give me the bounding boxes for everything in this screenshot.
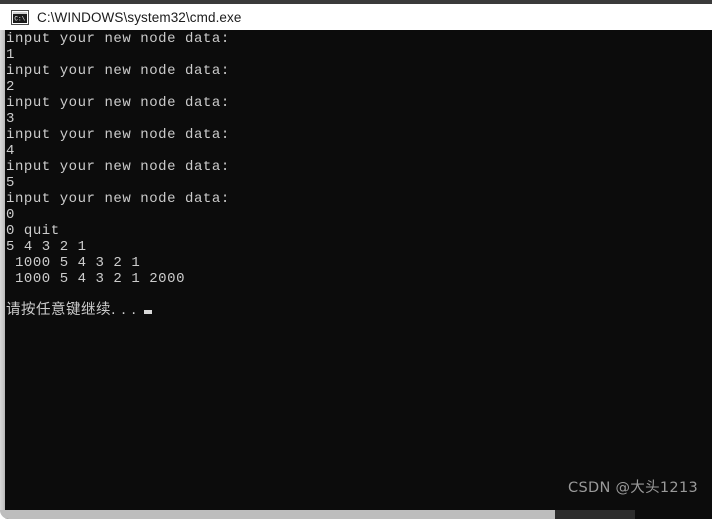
- console-line: 5: [6, 175, 15, 191]
- window-title: C:\WINDOWS\system32\cmd.exe: [37, 9, 242, 25]
- console-line: 1: [6, 47, 15, 63]
- block-cursor-icon: [143, 310, 152, 314]
- bottom-strip-middle: [555, 510, 635, 519]
- console-line: input your new node data:: [6, 95, 230, 111]
- console-line: input your new node data:: [6, 63, 230, 79]
- console-line: 0 quit: [6, 223, 60, 239]
- press-any-key-prompt: 请按任意键继续. . .: [6, 301, 706, 319]
- console-line: input your new node data:: [6, 127, 230, 143]
- console-line: 1000 5 4 3 2 1 2000: [6, 271, 186, 287]
- cmd-console-icon: C:\: [11, 9, 29, 25]
- console-surface[interactable]: input your new node data: 1 input your n…: [5, 30, 712, 514]
- window-titlebar[interactable]: C:\ C:\WINDOWS\system32\cmd.exe: [0, 4, 712, 30]
- console-line: 1000 5 4 3 2 1: [6, 255, 141, 271]
- console-line: 3: [6, 111, 15, 127]
- console-output: input your new node data: 1 input your n…: [6, 31, 706, 319]
- console-line: 4: [6, 143, 15, 159]
- console-line: 0: [6, 207, 15, 223]
- screenshot-root: C:\ C:\WINDOWS\system32\cmd.exe input yo…: [0, 0, 712, 519]
- bottom-strip-right: [635, 510, 712, 519]
- console-line: 5 4 3 2 1: [6, 239, 87, 255]
- console-line: input your new node data:: [6, 191, 230, 207]
- console-line: input your new node data:: [6, 159, 230, 175]
- csdn-watermark: CSDN @大头1213: [568, 480, 698, 496]
- svg-text:C:\: C:\: [14, 15, 25, 22]
- bottom-strip-left: [0, 510, 555, 519]
- console-frame: input your new node data: 1 input your n…: [0, 30, 712, 519]
- cmd-window[interactable]: C:\ C:\WINDOWS\system32\cmd.exe input yo…: [0, 4, 712, 519]
- console-line: input your new node data:: [6, 31, 230, 47]
- console-line: 2: [6, 79, 15, 95]
- prompt-text: 请按任意键继续. . .: [6, 302, 137, 318]
